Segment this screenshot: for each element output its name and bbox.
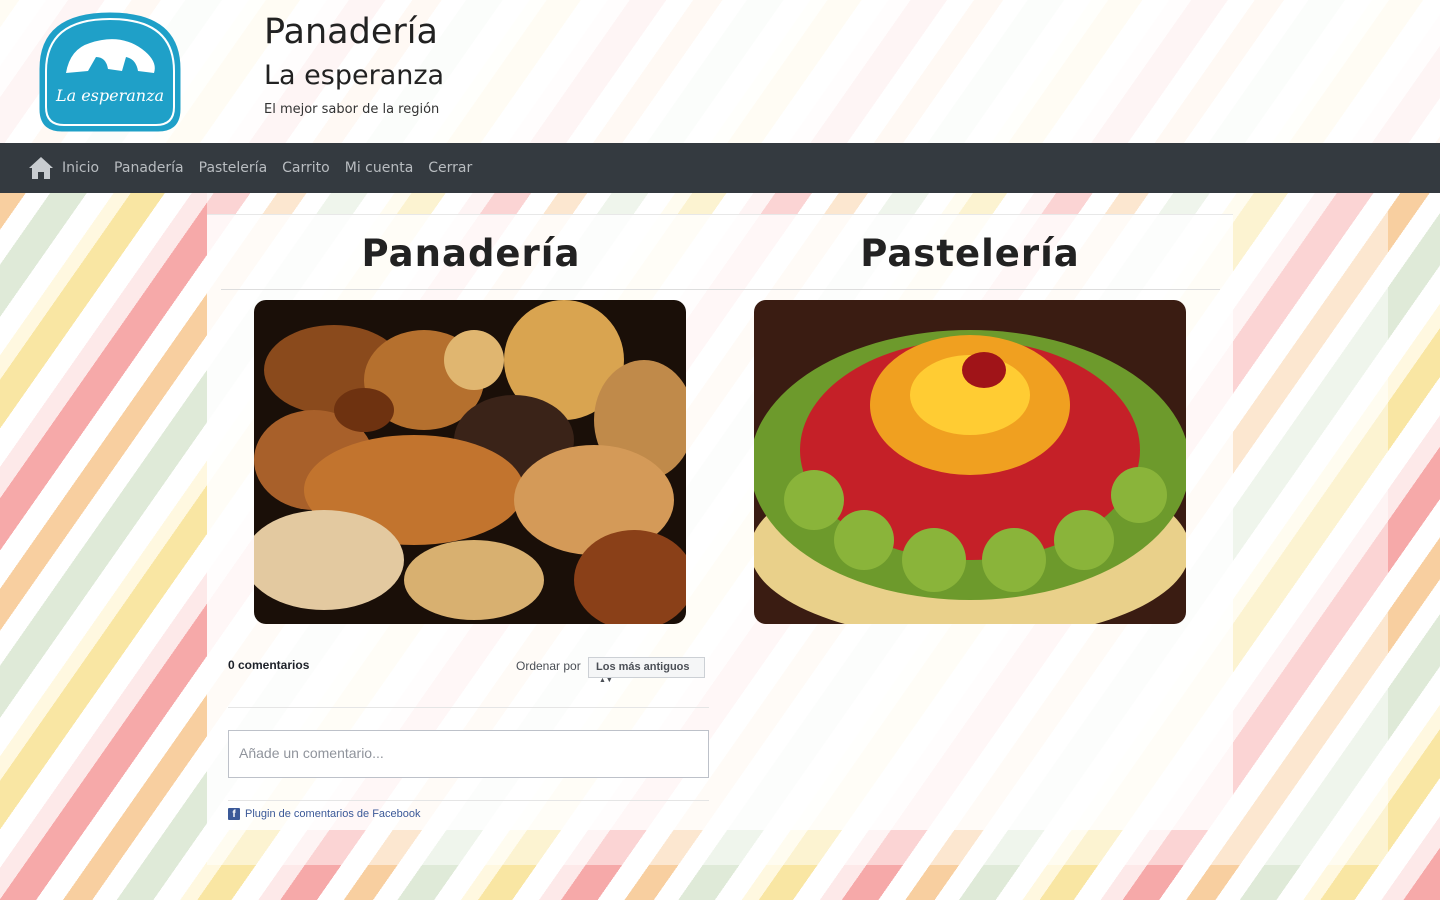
- section-title-pasteleria: Pastelería: [860, 232, 1080, 275]
- site-tagline: El mejor sabor de la región: [264, 102, 440, 117]
- nav-panaderia[interactable]: Panadería: [114, 160, 184, 176]
- home-icon[interactable]: [28, 154, 56, 182]
- nav-cerrar[interactable]: Cerrar: [428, 160, 472, 176]
- comment-input-placeholder: Añade un comentario...: [239, 745, 384, 761]
- nav-carrito[interactable]: Carrito: [282, 160, 330, 176]
- site-title: Panadería: [264, 12, 438, 52]
- site-subtitle: La esperanza: [264, 60, 445, 91]
- comment-count: 0 comentarios: [228, 658, 310, 672]
- comment-input[interactable]: Añade un comentario...: [228, 730, 709, 778]
- main-navbar: Inicio Panadería Pastelería Carrito Mi c…: [0, 143, 1440, 193]
- order-select[interactable]: Los más antiguos ▲▼: [588, 657, 705, 684]
- order-label: Ordenar por: [516, 659, 581, 673]
- facebook-icon: f: [228, 808, 240, 820]
- select-arrows-icon: ▲▼: [599, 677, 613, 684]
- section-title-panaderia: Panadería: [361, 232, 581, 275]
- comments-divider-bottom: [228, 800, 709, 801]
- comments-divider: [228, 707, 709, 708]
- nav-inicio[interactable]: Inicio: [62, 160, 99, 176]
- nav-pasteleria[interactable]: Pastelería: [199, 160, 268, 176]
- facebook-plugin-label: Plugin de comentarios de Facebook: [245, 808, 421, 820]
- fruit-cake-image[interactable]: [754, 300, 1186, 624]
- site-header: La esperanza Panadería La esperanza El m…: [0, 0, 1440, 143]
- logo-text: La esperanza: [55, 86, 164, 105]
- bakery-logo[interactable]: La esperanza: [30, 9, 190, 135]
- bread-pastries-image[interactable]: [254, 300, 686, 624]
- section-divider: [221, 289, 1220, 290]
- order-select-value: Los más antiguos: [596, 661, 690, 673]
- nav-mi-cuenta[interactable]: Mi cuenta: [345, 160, 414, 176]
- facebook-plugin-link[interactable]: f Plugin de comentarios de Facebook: [228, 808, 421, 820]
